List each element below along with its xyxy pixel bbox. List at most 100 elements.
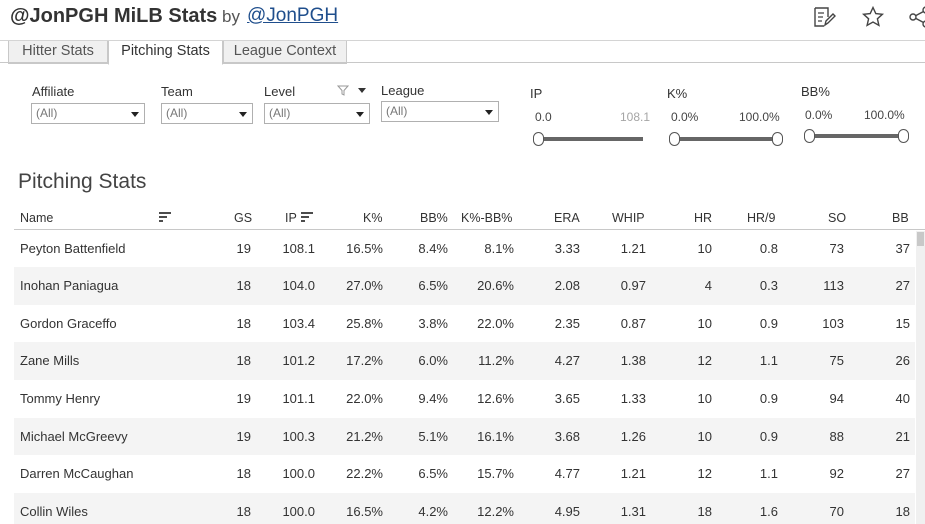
bb-cell: 27 [895,466,910,482]
hr9-cell: 0.9 [759,390,778,406]
ip-cell: 100.0 [282,466,315,482]
ip-cell: 101.1 [282,390,315,406]
team-filter-dropdown[interactable]: (All) [161,103,253,124]
pitcher-name: Inohan Paniagua [20,278,119,294]
bb-pct-range-label: BB% [801,84,830,99]
tab-bar: Hitter Stats Pitching Stats League Conte… [0,40,925,65]
by-text: by [222,7,240,26]
column-header-gs[interactable]: GS [234,211,252,225]
column-header-hr[interactable]: HR [694,211,712,225]
column-header-whip[interactable]: WHIP [612,211,645,225]
whip-cell: 1.21 [620,240,646,256]
gs-cell: 19 [236,428,251,444]
tab-league-context[interactable]: League Context [223,41,347,64]
table-row[interactable]: Zane Mills 18 101.2 17.2% 6.0% 11.2% 4.2… [14,342,915,380]
ip-range-min-handle[interactable] [533,132,544,146]
table-row[interactable]: Inohan Paniagua 18 104.0 27.0% 6.5% 20.6… [14,267,915,305]
column-header-name[interactable]: Name [20,211,53,225]
table-scrollbar[interactable] [916,231,925,524]
k-pct-cell: 22.0% [346,390,383,406]
bb-cell: 21 [895,428,910,444]
edit-icon[interactable] [812,5,836,29]
hr-cell: 18 [697,503,712,519]
level-filter-dropdown[interactable]: (All) [264,103,370,124]
sort-icon[interactable] [301,212,313,222]
so-cell: 92 [829,466,844,482]
k-pct-range-max-handle[interactable] [772,132,783,146]
affiliate-filter-value: (All) [36,106,58,120]
gs-cell: 18 [236,466,251,482]
level-filter-label: Level [264,84,296,99]
ip-range-track[interactable] [540,137,643,141]
ip-cell: 104.0 [282,278,315,294]
column-header-hr9[interactable]: HR/9 [747,211,775,225]
affiliate-filter-dropdown[interactable]: (All) [31,103,145,124]
team-filter-label: Team [161,84,193,99]
so-cell: 88 [829,428,844,444]
table-row[interactable]: Darren McCaughan 18 100.0 22.2% 6.5% 15.… [14,455,915,493]
league-filter-dropdown[interactable]: (All) [381,101,499,122]
gs-cell: 18 [236,353,251,369]
share-icon[interactable] [908,5,925,29]
so-cell: 70 [829,503,844,519]
so-cell: 73 [829,240,844,256]
table-row[interactable]: Gordon Graceffo 18 103.4 25.8% 3.8% 22.0… [14,305,915,343]
bb-cell: 27 [895,278,910,294]
column-header-ip[interactable]: IP [285,211,297,225]
column-header-k-pct[interactable]: K% [363,211,382,225]
k-pct-cell: 21.2% [346,428,383,444]
k-bb-pct-cell: 22.0% [477,315,514,331]
filter-funnel-icon[interactable] [337,85,349,96]
dropdown-arrow-icon [485,110,493,115]
gs-cell: 18 [236,278,251,294]
dropdown-arrow-icon [356,112,364,117]
bb-cell: 37 [895,240,910,256]
pitcher-name: Gordon Graceffo [20,315,117,331]
k-pct-range-track[interactable] [675,137,778,141]
era-cell: 3.65 [554,390,580,406]
k-bb-pct-cell: 12.2% [477,503,514,519]
bb-pct-cell: 6.0% [418,353,448,369]
bb-pct-cell: 8.4% [418,240,448,256]
era-cell: 2.35 [554,315,580,331]
era-cell: 4.27 [554,353,580,369]
era-cell: 3.33 [554,240,580,256]
header: @JonPGH MiLB Stats by @JonPGH [0,0,925,36]
hr9-cell: 0.8 [759,240,778,256]
k-bb-pct-cell: 15.7% [477,466,514,482]
bb-pct-range-max-handle[interactable] [898,129,909,143]
gs-cell: 19 [236,240,251,256]
column-header-so[interactable]: SO [828,211,846,225]
sort-icon[interactable] [159,212,171,222]
tab-hitter-stats[interactable]: Hitter Stats [8,41,108,64]
dropdown-arrow-icon [131,112,139,117]
table-scrollbar-thumb[interactable] [917,232,924,246]
affiliate-filter-label: Affiliate [32,84,75,99]
league-filter-value: (All) [386,104,408,118]
hr9-cell: 0.3 [759,278,778,294]
table-row[interactable]: Tommy Henry 19 101.1 22.0% 9.4% 12.6% 3.… [14,380,915,418]
bb-pct-range-min-handle[interactable] [804,129,815,143]
star-icon[interactable] [861,5,885,29]
level-menu-arrow-icon[interactable] [357,87,367,94]
table-row[interactable]: Michael McGreevy 19 100.3 21.2% 5.1% 16.… [14,417,915,456]
column-header-k-bb-pct[interactable]: K%-BB% [461,211,512,225]
k-pct-range-min-handle[interactable] [669,132,680,146]
whip-cell: 1.26 [620,428,646,444]
level-filter-value: (All) [269,106,291,120]
author-link[interactable]: @JonPGH [247,5,338,27]
table-header: Name GS IP K% BB% K%-BB% ERA WHIP HR HR/… [14,206,925,230]
bb-pct-range-track[interactable] [810,134,903,138]
ip-range-max: 108.1 [620,110,651,124]
column-header-bb[interactable]: BB [892,211,909,225]
k-bb-pct-cell: 8.1% [484,240,514,256]
table-row[interactable]: Collin Wiles 18 100.0 16.5% 4.2% 12.2% 4… [14,492,915,524]
table-row[interactable]: Peyton Battenfield 19 108.1 16.5% 8.4% 8… [14,230,915,268]
column-header-bb-pct[interactable]: BB% [420,211,448,225]
column-header-era[interactable]: ERA [554,211,580,225]
bb-pct-range-max: 100.0% [864,108,905,122]
bb-pct-cell: 6.5% [418,278,448,294]
pitcher-name: Zane Mills [20,353,80,369]
bb-pct-cell: 5.1% [418,428,448,444]
tab-pitching-stats[interactable]: Pitching Stats [108,41,223,65]
